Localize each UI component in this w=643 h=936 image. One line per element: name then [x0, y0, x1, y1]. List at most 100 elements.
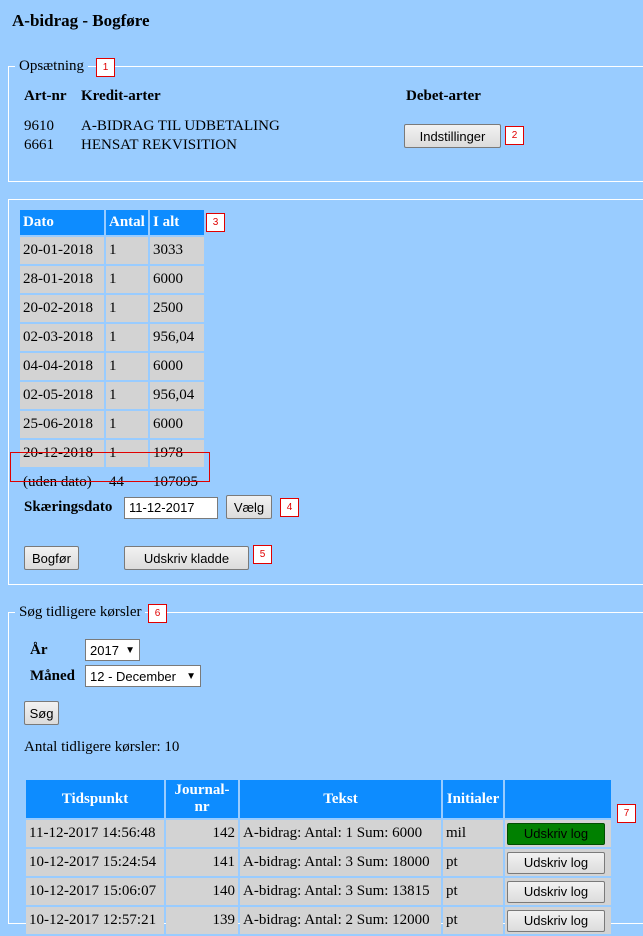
- cutoff-date-input[interactable]: 11-12-2017: [124, 497, 218, 519]
- year-label: År: [30, 642, 48, 658]
- table-row: 02-05-2018 1 956,04: [20, 382, 204, 409]
- search-button[interactable]: Søg: [24, 701, 59, 725]
- cell-initials: pt: [443, 878, 503, 905]
- cell-dato: 20-01-2018: [20, 237, 104, 264]
- col-journal-header: Journal-nr: [166, 780, 238, 818]
- cell-ialt: 3033: [150, 237, 204, 264]
- cell-initials: mil: [443, 820, 503, 847]
- print-log-button[interactable]: Udskriv log: [507, 909, 605, 932]
- setup-row-artnr: 6661: [24, 137, 54, 153]
- year-select[interactable]: 2017 ▼: [85, 639, 140, 661]
- cell-ialt: 2500: [150, 295, 204, 322]
- post-button-label: Bogfør: [31, 550, 71, 566]
- undated-row-highlight: [10, 452, 210, 482]
- chevron-down-icon: ▼: [125, 644, 135, 656]
- cell-time: 11-12-2017 14:56:48: [26, 820, 164, 847]
- col-time-header: Tidspunkt: [26, 780, 164, 818]
- print-log-button[interactable]: Udskriv log: [507, 822, 605, 845]
- marker-7: 7: [617, 804, 636, 823]
- cell-dato: 02-05-2018: [20, 382, 104, 409]
- setup-legend: Opsætning: [19, 58, 85, 74]
- table-row: 10-12-2017 12:57:21 139 A-bidrag: Antal:…: [26, 907, 611, 934]
- page-title: A-bidrag - Bogføre: [12, 11, 150, 30]
- cell-action: Udskriv log: [505, 878, 611, 905]
- print-log-button[interactable]: Udskriv log: [507, 880, 605, 903]
- table-row: 28-01-2018 1 6000: [20, 266, 204, 293]
- cell-dato: 02-03-2018: [20, 324, 104, 351]
- cell-antal: 1: [106, 411, 148, 438]
- cell-antal: 1: [106, 324, 148, 351]
- cell-dato: 04-04-2018: [20, 353, 104, 380]
- col-action-header: [505, 780, 611, 818]
- cutoff-label: Skæringsdato: [24, 499, 113, 515]
- col-initials-header: Initialer: [443, 780, 503, 818]
- cell-ialt: 6000: [150, 353, 204, 380]
- cell-journal: 140: [166, 878, 238, 905]
- cell-dato: 20-02-2018: [20, 295, 104, 322]
- cell-initials: pt: [443, 849, 503, 876]
- marker-2: 2: [505, 126, 524, 145]
- cell-action: Udskriv log: [505, 907, 611, 934]
- search-button-label: Søg: [29, 705, 54, 721]
- marker-3: 3: [206, 213, 225, 232]
- settings-button-label: Indstillinger: [419, 128, 486, 144]
- cell-initials: pt: [443, 907, 503, 934]
- cell-text: A-bidrag: Antal: 3 Sum: 13815: [240, 878, 441, 905]
- col-dato-header: Dato: [20, 210, 104, 235]
- table-row: 11-12-2017 14:56:48 142 A-bidrag: Antal:…: [26, 820, 611, 847]
- setup-row-artnr: 9610: [24, 118, 54, 134]
- cell-action: Udskriv log: [505, 820, 611, 847]
- cell-antal: 1: [106, 237, 148, 264]
- cell-time: 10-12-2017 15:24:54: [26, 849, 164, 876]
- table-row: 10-12-2017 15:24:54 141 A-bidrag: Antal:…: [26, 849, 611, 876]
- col-ialt-header: I alt: [150, 210, 204, 235]
- cell-dato: 28-01-2018: [20, 266, 104, 293]
- marker-4: 4: [280, 498, 299, 517]
- print-draft-button-label: Udskriv kladde: [143, 550, 230, 566]
- marker-1: 1: [96, 58, 115, 77]
- marker-5: 5: [253, 545, 272, 564]
- month-label: Måned: [30, 668, 75, 684]
- cell-antal: 1: [106, 382, 148, 409]
- col-antal-header: Antal: [106, 210, 148, 235]
- print-draft-button[interactable]: Udskriv kladde: [124, 546, 249, 570]
- settings-button[interactable]: Indstillinger: [404, 124, 501, 148]
- table-row: 20-01-2018 1 3033: [20, 237, 204, 264]
- col-text-header: Tekst: [240, 780, 441, 818]
- runs-table: Tidspunkt Journal-nr Tekst Initialer 11-…: [24, 778, 613, 936]
- cell-time: 10-12-2017 12:57:21: [26, 907, 164, 934]
- choose-button[interactable]: Vælg: [226, 495, 272, 519]
- post-button[interactable]: Bogfør: [24, 546, 79, 570]
- table-row: 02-03-2018 1 956,04: [20, 324, 204, 351]
- cell-ialt: 956,04: [150, 324, 204, 351]
- print-log-button[interactable]: Udskriv log: [507, 851, 605, 874]
- cell-journal: 142: [166, 820, 238, 847]
- choose-button-label: Vælg: [233, 499, 265, 515]
- cell-text: A-bidrag: Antal: 2 Sum: 12000: [240, 907, 441, 934]
- cell-action: Udskriv log: [505, 849, 611, 876]
- cell-text: A-bidrag: Antal: 3 Sum: 18000: [240, 849, 441, 876]
- cell-ialt: 956,04: [150, 382, 204, 409]
- cell-ialt: 6000: [150, 411, 204, 438]
- cell-antal: 1: [106, 353, 148, 380]
- cell-time: 10-12-2017 15:06:07: [26, 878, 164, 905]
- cell-text: A-bidrag: Antal: 1 Sum: 6000: [240, 820, 441, 847]
- table-row: 20-02-2018 1 2500: [20, 295, 204, 322]
- setup-row-name: HENSAT REKVISITION: [81, 137, 237, 153]
- table-row: 25-06-2018 1 6000: [20, 411, 204, 438]
- year-select-value: 2017: [90, 642, 119, 658]
- chevron-down-icon: ▼: [186, 670, 196, 682]
- month-select-value: 12 - December: [90, 668, 176, 684]
- col-kredit-header: Kredit-arter: [81, 88, 161, 104]
- cell-antal: 1: [106, 295, 148, 322]
- cell-dato: 25-06-2018: [20, 411, 104, 438]
- table-row: 04-04-2018 1 6000: [20, 353, 204, 380]
- col-artnr-header: Art-nr: [24, 88, 67, 104]
- marker-6: 6: [148, 604, 167, 623]
- cell-ialt: 6000: [150, 266, 204, 293]
- cell-antal: 1: [106, 266, 148, 293]
- month-select[interactable]: 12 - December ▼: [85, 665, 201, 687]
- previous-runs-count: Antal tidligere kørsler: 10: [24, 739, 180, 755]
- cell-journal: 139: [166, 907, 238, 934]
- cell-journal: 141: [166, 849, 238, 876]
